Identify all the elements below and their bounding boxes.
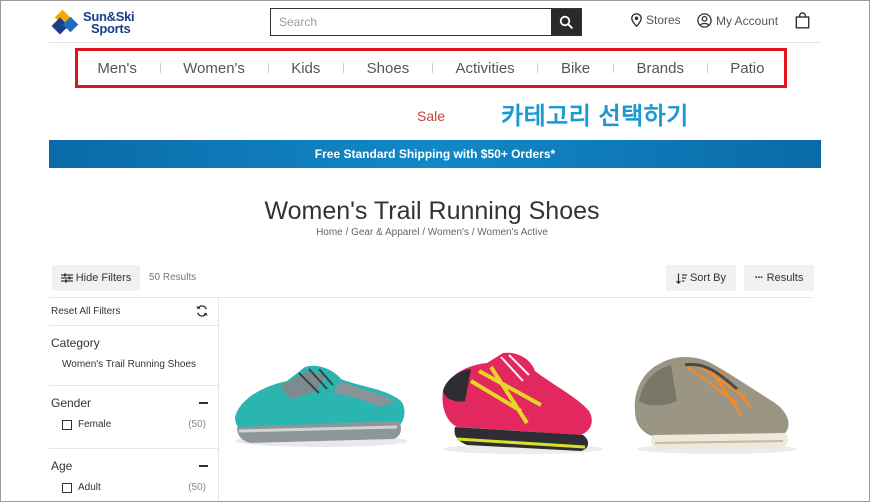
shipping-banner-text: Free Standard Shipping with $50+ Orders*: [314, 147, 556, 161]
nav-item-brands[interactable]: Brands: [636, 60, 684, 77]
age-option-count: (50): [188, 482, 206, 493]
site-logo[interactable]: Sun&Ski Sports: [51, 9, 151, 37]
map-pin-icon: [631, 13, 642, 27]
filter-divider: [49, 325, 219, 326]
results-label: Results: [766, 272, 804, 284]
nav-separator: [706, 63, 708, 73]
filter-divider: [49, 385, 219, 386]
collapse-age-icon[interactable]: [199, 465, 208, 467]
category-filter-value[interactable]: Women's Trail Running Shoes: [62, 359, 196, 370]
logo-line-2: Sports: [91, 21, 131, 36]
age-filter-title[interactable]: Age: [51, 459, 72, 473]
collapse-gender-icon[interactable]: [199, 402, 208, 404]
more-dots-icon: ···: [754, 272, 764, 284]
cart-button[interactable]: [795, 12, 810, 32]
category-nav: Men's Women's Kids Shoes Activities Bike…: [75, 48, 787, 88]
page-title: Women's Trail Running Shoes: [264, 197, 600, 225]
hide-filters-label: Hide Filters: [75, 272, 132, 284]
stores-label: Stores: [646, 13, 681, 27]
account-link[interactable]: My Account: [697, 13, 778, 28]
stores-link[interactable]: Stores: [631, 13, 681, 27]
nav-item-bike[interactable]: Bike: [561, 60, 590, 77]
user-icon: [697, 13, 712, 28]
shopping-bag-icon: [795, 12, 810, 32]
sort-icon: [676, 273, 687, 284]
annotation-label: 카테고리 선택하기: [501, 103, 689, 130]
nav-item-patio[interactable]: Patio: [730, 60, 764, 77]
nav-separator: [537, 63, 539, 73]
filter-divider: [49, 448, 219, 449]
teal-trail-shoe-image: [235, 365, 407, 447]
product-card[interactable]: [431, 341, 611, 471]
age-option-adult[interactable]: Adult: [62, 482, 101, 493]
nav-item-shoes[interactable]: Shoes: [367, 60, 410, 77]
nav-item-kids[interactable]: Kids: [291, 60, 320, 77]
nav-separator: [343, 63, 345, 73]
nav-item-activities[interactable]: Activities: [456, 60, 515, 77]
gender-option-female[interactable]: Female: [62, 419, 111, 430]
logo-text: Sun&Ski Sports: [83, 10, 135, 36]
results-count: 50 Results: [149, 272, 197, 283]
filter-sidebar: Reset All Filters Category Women's Trail…: [49, 298, 219, 501]
checkbox[interactable]: [62, 482, 72, 493]
nav-separator: [612, 63, 614, 73]
nav-separator: [431, 63, 433, 73]
gray-trail-shoe-image: [634, 357, 797, 454]
refresh-icon[interactable]: [196, 304, 208, 322]
nav-item-womens[interactable]: Women's: [183, 60, 245, 77]
sliders-icon: [60, 273, 73, 283]
nav-separator: [267, 63, 269, 73]
nav-item-mens[interactable]: Men's: [97, 60, 137, 77]
hide-filters-button[interactable]: Hide Filters: [52, 265, 140, 291]
breadcrumb[interactable]: Home / Gear & Apparel / Women's / Women'…: [1, 227, 863, 238]
product-card[interactable]: [625, 341, 805, 471]
nav-separator: [159, 63, 161, 73]
product-card[interactable]: [229, 341, 409, 471]
category-filter-title[interactable]: Category: [51, 336, 100, 350]
shipping-banner[interactable]: Free Standard Shipping with $50+ Orders*: [49, 140, 821, 168]
logo-mark-icon: [51, 9, 81, 36]
gender-option-count: (50): [188, 419, 206, 430]
page-frame: Sun&Ski Sports Stores: [0, 0, 870, 502]
sort-by-label: Sort By: [689, 272, 727, 284]
sort-by-button[interactable]: Sort By: [666, 265, 736, 291]
checkbox[interactable]: [62, 419, 72, 430]
search-button[interactable]: [551, 9, 581, 35]
reset-filters-link[interactable]: Reset All Filters: [51, 306, 120, 317]
results-per-page-button[interactable]: ··· Results: [744, 265, 814, 291]
search-input[interactable]: [271, 9, 551, 35]
gender-option-label: Female: [78, 419, 112, 430]
gender-filter-title[interactable]: Gender: [51, 396, 91, 410]
pink-trail-shoe-image: [442, 352, 603, 454]
nav-item-sale[interactable]: Sale: [417, 108, 445, 124]
search-icon: [559, 15, 573, 29]
site-header: Sun&Ski Sports Stores: [49, 1, 821, 43]
search-bar: [270, 8, 582, 36]
age-option-label: Adult: [78, 482, 101, 493]
account-label: My Account: [716, 13, 779, 28]
